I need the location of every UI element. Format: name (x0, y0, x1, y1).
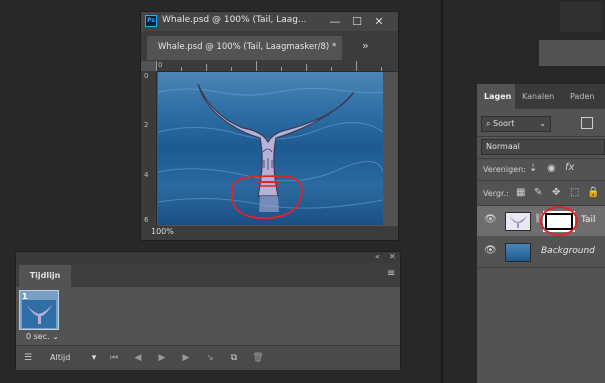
document-tabbar: Whale.psd @ 100% (Tail, Laagmasker/8) * … (141, 31, 398, 61)
unify-style-icon[interactable]: fx (565, 162, 574, 173)
tween-icon[interactable]: ↘ (202, 350, 218, 366)
layer-name[interactable]: Tail (581, 215, 596, 225)
animation-frame[interactable]: 1 (19, 290, 59, 330)
ruler-left-label: 0 (144, 72, 149, 80)
frame-delay-select[interactable]: 0 sec. ⌄ (26, 332, 59, 341)
collapse-icon[interactable]: « (375, 252, 380, 261)
unify-label: Verenigen: (483, 165, 526, 174)
eye-icon[interactable]: 👁 (484, 245, 497, 256)
layer-thumbnail (505, 243, 531, 262)
kind-filter-value: Soort (493, 119, 515, 128)
tab-kanalen[interactable]: Kanalen (522, 84, 554, 109)
ruler-ticks (156, 61, 382, 71)
minimize-icon[interactable]: — (324, 13, 346, 30)
ruler-left-label: 2 (144, 121, 149, 129)
chevron-down-icon: ⌄ (539, 119, 546, 128)
loop-option-value: Altijd (50, 353, 71, 362)
layers-panel: Lagen Kanalen Paden ⌕ Soort ⌄ Normaal Ve… (477, 84, 605, 383)
chevron-down-icon[interactable]: ▾ (88, 350, 100, 366)
layer-name[interactable]: Background (541, 246, 595, 256)
document-tab-label: Whale.psd @ 100% (Tail, Laagmasker/8) * (158, 42, 337, 52)
tab-overflow-icon[interactable]: » (362, 39, 369, 52)
lock-position-icon[interactable]: ✥ (552, 187, 560, 198)
timeline-controls: ☰ Altijd ▾ ⏮ ◀ ▶ ▶ ↘ ⧉ 🗑 (16, 345, 400, 370)
ruler-left-label: 6 (144, 216, 149, 224)
ruler-left: 0 2 4 6 (141, 71, 157, 227)
lock-icon[interactable]: 🔒 (587, 187, 599, 198)
lock-transparent-icon[interactable]: ▦ (516, 187, 525, 198)
next-frame-icon[interactable]: ▶ (178, 350, 194, 366)
document-statusbar: 100% (141, 226, 398, 240)
maximize-icon[interactable]: ☐ (346, 13, 368, 30)
layers-panel-tabs: Lagen Kanalen Paden (477, 84, 605, 109)
timeline-header-strip: « ✕ (16, 252, 400, 263)
timeline-panel: « ✕ Tijdlijn ≡ 1 0 sec. ⌄ ☰ Altijd ▾ ⏮ ◀… (15, 251, 401, 370)
document-window[interactable]: Ps Whale.psd @ 100% (Tail, Laag... — ☐ ✕… (140, 11, 399, 241)
layer-row-background[interactable]: 👁 Background (477, 237, 605, 267)
ruler-top: 0 (156, 61, 398, 72)
tab-tijdlijn[interactable]: Tijdlijn (19, 265, 71, 287)
blend-mode-value: Normaal (486, 142, 520, 151)
dock-collapsed-panel[interactable] (560, 2, 602, 32)
close-icon[interactable]: ✕ (368, 13, 390, 30)
play-icon[interactable]: ▶ (154, 350, 170, 366)
image-filter-icon[interactable] (581, 117, 593, 129)
loop-option-select[interactable]: Altijd (50, 350, 90, 366)
new-frame-icon[interactable]: ⧉ (226, 350, 242, 366)
first-frame-icon[interactable]: ⏮ (106, 350, 122, 366)
layer-row-tail[interactable]: 👁 ⛓ Tail (477, 206, 605, 236)
red-annotation-circle (540, 206, 578, 236)
tab-label: Lagen (484, 92, 512, 101)
kind-filter-select[interactable]: ⌕ Soort ⌄ (481, 116, 551, 132)
convert-timeline-icon[interactable]: ☰ (20, 350, 36, 366)
lock-label: Vergr.: (483, 189, 509, 198)
canvas-image[interactable] (158, 72, 383, 225)
trash-icon[interactable]: 🗑 (250, 350, 266, 366)
ruler-left-label: 4 (144, 171, 149, 179)
search-icon: ⌕ (486, 119, 491, 128)
blend-mode-select[interactable]: Normaal (481, 139, 605, 155)
frame-delay-value: 0 sec. (26, 332, 50, 341)
dock-panel-stub (539, 40, 605, 66)
timeline-tabbar: Tijdlijn ≡ (16, 263, 400, 287)
photoshop-icon: Ps (145, 15, 157, 27)
lock-image-icon[interactable]: ✎ (534, 187, 542, 198)
tab-paden[interactable]: Paden (570, 84, 594, 109)
menu-icon[interactable]: ≡ (387, 268, 395, 279)
unify-position-icon[interactable]: ⇣ (529, 163, 537, 174)
tab-lagen[interactable]: Lagen (477, 84, 515, 109)
eye-icon[interactable]: 👁 (484, 214, 497, 225)
document-titlebar[interactable]: Ps Whale.psd @ 100% (Tail, Laag... — ☐ ✕ (141, 12, 398, 31)
document-title: Whale.psd @ 100% (Tail, Laag... (162, 15, 307, 25)
unify-visibility-icon[interactable]: ◉ (547, 163, 556, 174)
previous-frame-icon[interactable]: ◀ (130, 350, 146, 366)
document-tab[interactable]: Whale.psd @ 100% (Tail, Laagmasker/8) * (147, 36, 342, 60)
close-icon[interactable]: ✕ (389, 252, 396, 261)
zoom-level[interactable]: 100% (151, 227, 174, 236)
lock-artboard-icon[interactable]: ⬚ (570, 187, 579, 198)
layer-thumbnail (505, 212, 531, 231)
